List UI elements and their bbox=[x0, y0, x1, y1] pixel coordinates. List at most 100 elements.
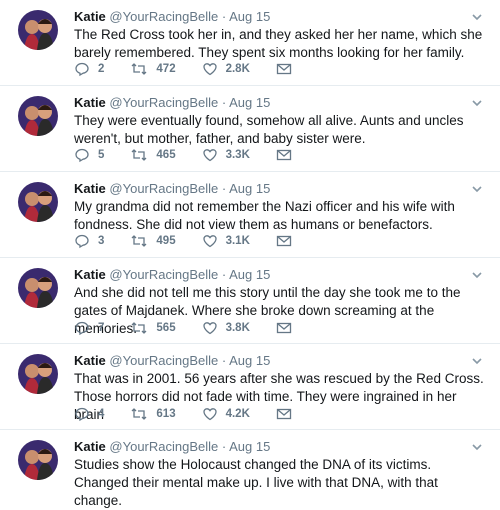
envelope-icon bbox=[276, 63, 292, 75]
retweet-icon bbox=[131, 235, 147, 247]
reply-button[interactable]: 5 bbox=[74, 147, 104, 163]
chevron-down-icon[interactable] bbox=[470, 96, 484, 110]
like-button[interactable]: 4.2K bbox=[202, 406, 250, 422]
like-button[interactable]: 2.8K bbox=[202, 61, 250, 77]
avatar[interactable] bbox=[18, 96, 58, 136]
retweet-count: 495 bbox=[156, 235, 176, 247]
separator: · bbox=[221, 9, 227, 24]
chevron-down-icon[interactable] bbox=[470, 10, 484, 24]
like-count: 4.2K bbox=[225, 408, 250, 420]
avatar[interactable] bbox=[18, 354, 58, 394]
display-name[interactable]: Katie bbox=[74, 95, 106, 110]
envelope-icon bbox=[276, 408, 292, 420]
reply-count: 3 bbox=[98, 235, 105, 247]
tweet-date[interactable]: Aug 15 bbox=[229, 353, 270, 368]
reply-count: 2 bbox=[98, 63, 105, 75]
avatar[interactable] bbox=[18, 10, 58, 50]
tweet-actions: 3 495 3.1K bbox=[74, 232, 326, 250]
tweet-actions: 7 565 3.8K bbox=[74, 319, 326, 337]
separator: · bbox=[221, 181, 227, 196]
separator: · bbox=[221, 267, 227, 282]
chevron-down-icon[interactable] bbox=[470, 440, 484, 454]
avatar[interactable] bbox=[18, 268, 58, 308]
tweet-text: Studies show the Holocaust changed the D… bbox=[74, 457, 438, 508]
reply-icon bbox=[75, 407, 89, 422]
tweet-header: Katie @YourRacingBelle · Aug 15 bbox=[74, 9, 486, 25]
chevron-down-icon[interactable] bbox=[470, 268, 484, 282]
retweet-icon bbox=[131, 408, 147, 420]
user-handle[interactable]: @YourRacingBelle bbox=[109, 181, 218, 196]
dm-button[interactable] bbox=[276, 321, 300, 335]
tweet-date[interactable]: Aug 15 bbox=[229, 95, 270, 110]
tweet[interactable]: Katie @YourRacingBelle · Aug 15 My grand… bbox=[0, 172, 500, 258]
heart-icon bbox=[202, 408, 217, 421]
chevron-down-icon[interactable] bbox=[470, 182, 484, 196]
like-count: 3.8K bbox=[225, 322, 250, 334]
chevron-down-icon[interactable] bbox=[470, 354, 484, 368]
user-handle[interactable]: @YourRacingBelle bbox=[109, 353, 218, 368]
tweet-text: They were eventually found, somehow all … bbox=[74, 113, 464, 146]
user-handle[interactable]: @YourRacingBelle bbox=[109, 439, 218, 454]
dm-button[interactable] bbox=[276, 62, 300, 76]
retweet-count: 565 bbox=[156, 322, 176, 334]
envelope-icon bbox=[276, 149, 292, 161]
tweet-date[interactable]: Aug 15 bbox=[229, 267, 270, 282]
reply-icon bbox=[75, 234, 89, 249]
retweet-icon bbox=[131, 322, 147, 334]
retweet-button[interactable]: 465 bbox=[130, 147, 176, 163]
tweet[interactable]: Katie @YourRacingBelle · Aug 15 They wer… bbox=[0, 86, 500, 172]
separator: · bbox=[221, 439, 227, 454]
dm-button[interactable] bbox=[276, 407, 300, 421]
dm-button[interactable] bbox=[276, 234, 300, 248]
reply-button[interactable]: 4 bbox=[74, 406, 104, 422]
tweet-date[interactable]: Aug 15 bbox=[229, 9, 270, 24]
display-name[interactable]: Katie bbox=[74, 181, 106, 196]
tweet-feed: Katie @YourRacingBelle · Aug 15 The Red … bbox=[0, 0, 500, 508]
retweet-count: 613 bbox=[156, 408, 176, 420]
user-handle[interactable]: @YourRacingBelle bbox=[109, 95, 218, 110]
tweet-header: Katie @YourRacingBelle · Aug 15 bbox=[74, 181, 486, 197]
tweet-date[interactable]: Aug 15 bbox=[229, 181, 270, 196]
envelope-icon bbox=[276, 322, 292, 334]
like-count: 2.8K bbox=[225, 63, 250, 75]
avatar[interactable] bbox=[18, 440, 58, 480]
reply-button[interactable]: 7 bbox=[74, 320, 104, 336]
tweet-header: Katie @YourRacingBelle · Aug 15 bbox=[74, 267, 486, 283]
display-name[interactable]: Katie bbox=[74, 353, 106, 368]
retweet-button[interactable]: 495 bbox=[130, 233, 176, 249]
dm-button[interactable] bbox=[276, 148, 300, 162]
heart-icon bbox=[202, 63, 217, 76]
like-count: 3.3K bbox=[225, 149, 250, 161]
tweet-actions: 2 472 2.8K bbox=[74, 60, 326, 78]
heart-icon bbox=[202, 149, 217, 162]
envelope-icon bbox=[276, 235, 292, 247]
tweet[interactable]: Katie @YourRacingBelle · Aug 15 The Red … bbox=[0, 0, 500, 86]
retweet-count: 465 bbox=[156, 149, 176, 161]
retweet-button[interactable]: 472 bbox=[130, 61, 176, 77]
display-name[interactable]: Katie bbox=[74, 439, 106, 454]
separator: · bbox=[221, 95, 227, 110]
reply-count: 4 bbox=[98, 408, 105, 420]
like-button[interactable]: 3.8K bbox=[202, 320, 250, 336]
like-count: 3.1K bbox=[225, 235, 250, 247]
retweet-button[interactable]: 565 bbox=[130, 320, 176, 336]
display-name[interactable]: Katie bbox=[74, 9, 106, 24]
reply-icon bbox=[75, 321, 89, 336]
retweet-button[interactable]: 613 bbox=[130, 406, 176, 422]
separator: · bbox=[221, 353, 227, 368]
tweet[interactable]: Katie @YourRacingBelle · Aug 15 Studies … bbox=[0, 430, 500, 508]
reply-count: 5 bbox=[98, 149, 105, 161]
user-handle[interactable]: @YourRacingBelle bbox=[109, 9, 218, 24]
user-handle[interactable]: @YourRacingBelle bbox=[109, 267, 218, 282]
tweet-header: Katie @YourRacingBelle · Aug 15 bbox=[74, 439, 486, 455]
tweet[interactable]: Katie @YourRacingBelle · Aug 15 That was… bbox=[0, 344, 500, 430]
avatar[interactable] bbox=[18, 182, 58, 222]
display-name[interactable]: Katie bbox=[74, 267, 106, 282]
like-button[interactable]: 3.1K bbox=[202, 233, 250, 249]
tweet-actions: 4 613 4.2K bbox=[74, 405, 326, 423]
tweet-date[interactable]: Aug 15 bbox=[229, 439, 270, 454]
reply-button[interactable]: 2 bbox=[74, 61, 104, 77]
reply-button[interactable]: 3 bbox=[74, 233, 104, 249]
like-button[interactable]: 3.3K bbox=[202, 147, 250, 163]
tweet[interactable]: Katie @YourRacingBelle · Aug 15 And she … bbox=[0, 258, 500, 344]
